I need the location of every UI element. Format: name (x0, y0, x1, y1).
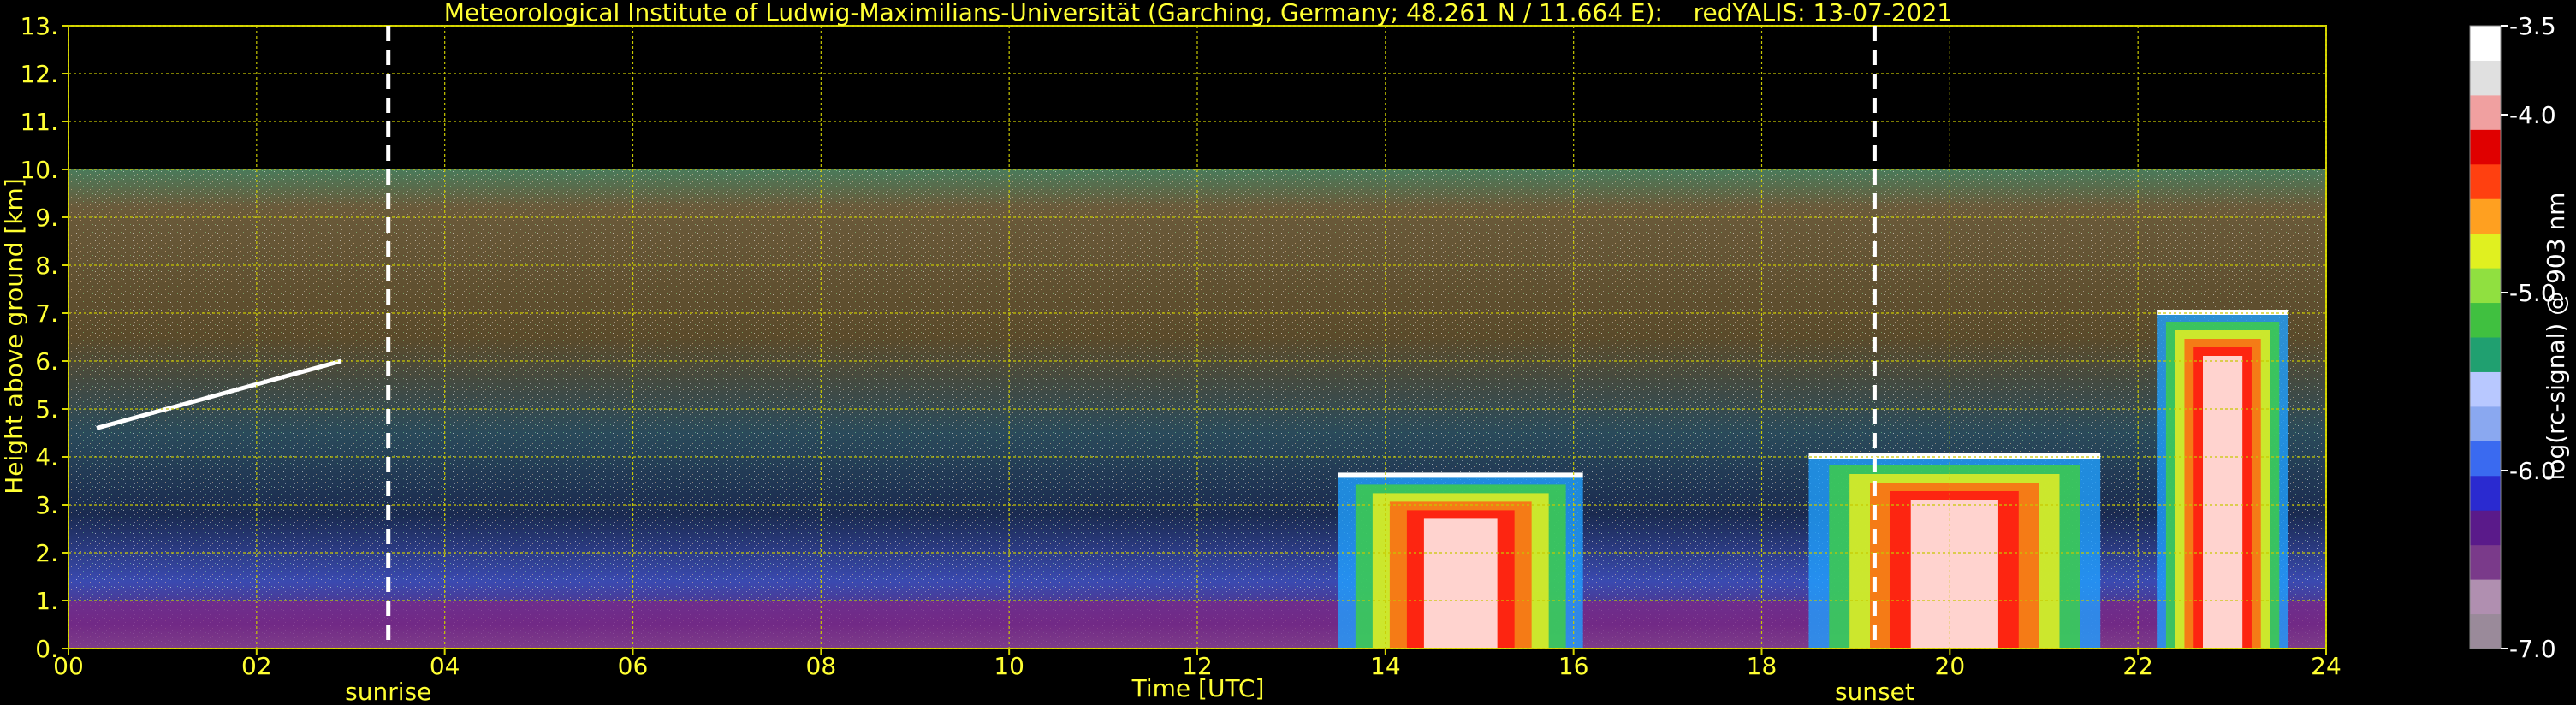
x-tick-label: 10 (994, 652, 1024, 680)
colorbar-segment (2470, 129, 2501, 165)
colorbar-label: log(rc-signal) @ 903 nm (2542, 193, 2570, 481)
x-axis-label: Time [UTC] (1131, 674, 1265, 702)
x-tick-label: 06 (618, 652, 649, 680)
cloud-top (1338, 472, 1583, 478)
y-tick-label: 2. (35, 539, 58, 567)
colorbar-segment (2470, 337, 2501, 372)
cloud-band (1910, 500, 1998, 649)
y-tick-label: 9. (35, 204, 58, 232)
colorbar-segment (2470, 302, 2501, 338)
convective-cloud (1338, 472, 1583, 649)
colorbar-segment (2470, 60, 2501, 96)
colorbar-segment (2470, 198, 2501, 234)
y-tick-label: 12. (20, 60, 58, 88)
x-tick-label: 02 (241, 652, 272, 680)
colorbar-segment (2470, 579, 2501, 615)
colorbar-segment (2470, 441, 2501, 477)
x-tick-label: 24 (2311, 652, 2342, 680)
x-tick-label: 14 (1370, 652, 1401, 680)
y-axis-label: Height above ground [km] (0, 178, 28, 495)
y-tick-label: 1. (35, 587, 58, 615)
sunrise-label: sunrise (345, 678, 431, 705)
cloud-top (1808, 453, 2101, 459)
chart-title: Meteorological Institute of Ludwig-Maxim… (444, 0, 1952, 27)
sunset-label: sunset (1835, 678, 1914, 705)
colorbar-segment (2470, 163, 2501, 199)
x-tick-label: 16 (1558, 652, 1589, 680)
y-tick-label: 7. (35, 299, 58, 328)
colorbar-segment (2470, 510, 2501, 546)
x-tick-label: 18 (1747, 652, 1778, 680)
y-tick-label: 8. (35, 252, 58, 280)
colorbar-segment (2470, 406, 2501, 441)
y-tick-label: 13. (20, 12, 58, 40)
y-tick-label: 3. (35, 491, 58, 519)
convective-cloud (1808, 453, 2101, 649)
x-tick-label: 20 (1935, 652, 1966, 680)
x-tick-label: 04 (430, 652, 460, 680)
x-tick-label: 22 (2122, 652, 2153, 680)
colorbar-segment (2470, 233, 2501, 269)
cloud-top (2157, 310, 2289, 315)
x-tick-label: 08 (806, 652, 837, 680)
colorbar-tick-label: -3.5 (2509, 12, 2556, 40)
y-tick-label: 4. (35, 443, 58, 471)
colorbar-segment (2470, 268, 2501, 304)
colorbar-segment (2470, 613, 2501, 649)
colorbar-segment (2470, 371, 2501, 407)
lidar-quicklook-figure: 00 02 04 06 08 10 12 14 16 18 20 22 24 0.1.2.3.4.5.6… (0, 0, 2576, 705)
cloud-band (1423, 518, 1498, 649)
y-tick-label: 0. (35, 635, 58, 663)
cloud-band (2203, 356, 2243, 649)
colorbar-segment (2470, 94, 2501, 130)
y-tick-label: 5. (35, 395, 58, 424)
colorbar-tick-label: -7.0 (2509, 635, 2556, 663)
y-tick-label: 6. (35, 347, 58, 376)
colorbar-segment (2470, 544, 2501, 580)
colorbar (2469, 25, 2502, 649)
colorbar-segment (2470, 26, 2501, 61)
y-tick-label: 11. (20, 108, 58, 136)
colorbar-segment (2470, 475, 2501, 511)
colorbar-tick-label: -4.0 (2509, 101, 2556, 129)
